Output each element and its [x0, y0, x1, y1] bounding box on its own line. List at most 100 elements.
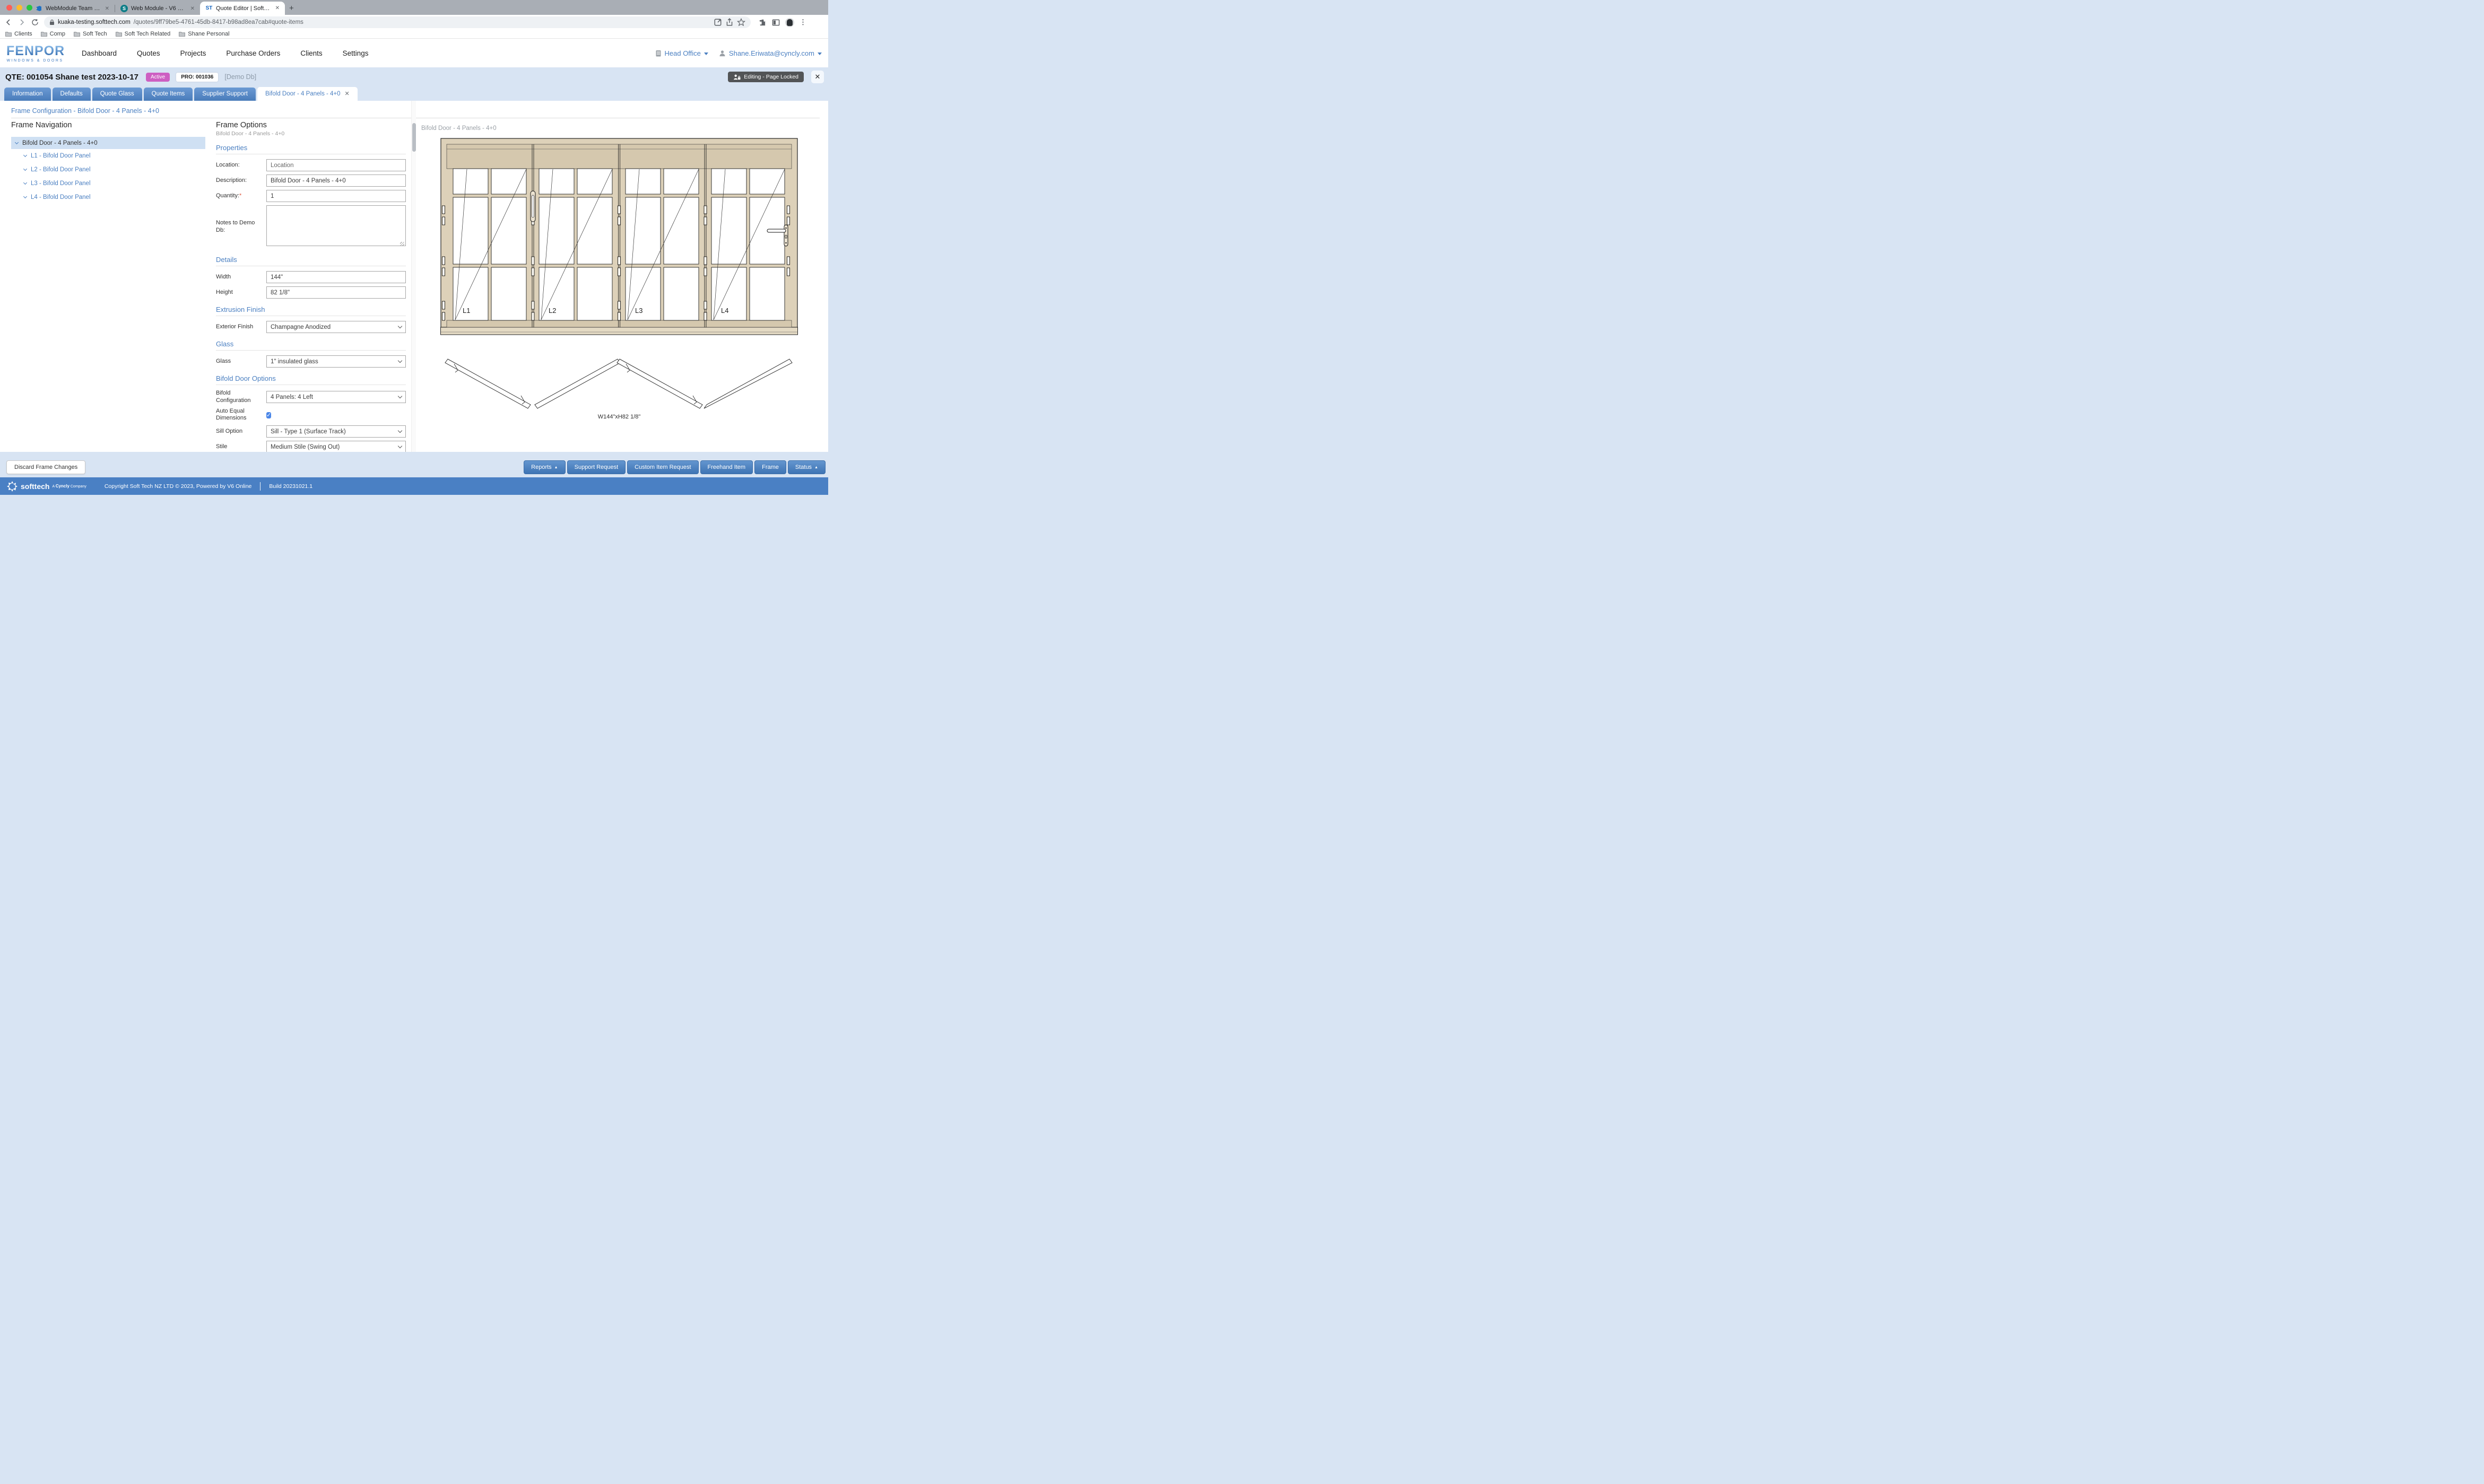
brand-word: FENPORT [6, 45, 64, 58]
user-lock-icon [733, 74, 741, 80]
status-button[interactable]: Status▲ [788, 460, 826, 474]
section-bifold-door-options: Bifold Door Options [216, 374, 406, 382]
browser-toolbar: kuaka-testing.softtech.com/quotes/9ff79b… [0, 15, 828, 30]
bookmark-folder-clients[interactable]: Clients [5, 31, 32, 37]
stile-label: Stile [216, 443, 266, 451]
browser-profile-avatar[interactable] [785, 18, 794, 27]
tab-close-icon[interactable]: ✕ [345, 90, 350, 97]
chevron-down-icon [23, 153, 27, 157]
tree-item-label: L3 - Bifold Door Panel [31, 180, 91, 187]
chevron-down-icon [23, 167, 27, 171]
section-glass: Glass [216, 340, 406, 348]
tree-item-label: L1 - Bifold Door Panel [31, 153, 91, 159]
bookmark-folder-soft-tech-related[interactable]: Soft Tech Related [116, 31, 171, 37]
width-input[interactable] [266, 271, 406, 283]
quantity-input[interactable] [266, 190, 406, 202]
nav-projects[interactable]: Projects [180, 49, 206, 57]
freehand-item-button[interactable]: Freehand Item [700, 460, 753, 474]
description-input[interactable] [266, 174, 406, 187]
editing-page-locked-button[interactable]: Editing - Page Locked [728, 72, 804, 82]
folder-icon [116, 31, 122, 37]
custom-item-request-button[interactable]: Custom Item Request [627, 460, 698, 474]
nav-quotes[interactable]: Quotes [137, 49, 160, 57]
browser-tab-webmodule-sprint[interactable]: WebModule Team Sprint 22 - 2 ✕ [30, 2, 115, 15]
frame-button[interactable]: Frame [754, 460, 786, 474]
tab-close-icon[interactable]: ✕ [275, 5, 280, 11]
frame-options-heading: Frame Options [216, 121, 406, 129]
fenport-logo[interactable]: FENPORT WINDOWS & DOORS [6, 45, 64, 63]
tree-item-l1[interactable]: L1 - Bifold Door Panel [11, 149, 205, 163]
discard-frame-changes-button[interactable]: Discard Frame Changes [6, 460, 85, 474]
location-input[interactable] [266, 159, 406, 171]
section-details: Details [216, 256, 406, 264]
nav-settings[interactable]: Settings [343, 49, 369, 57]
brand-subtitle: WINDOWS & DOORS [6, 59, 64, 63]
mac-traffic-lights [6, 5, 32, 11]
nav-purchase-orders[interactable]: Purchase Orders [226, 49, 280, 57]
nav-clients[interactable]: Clients [300, 49, 322, 57]
app-navbar: FENPORT WINDOWS & DOORS Dashboard Quotes… [0, 39, 828, 67]
tree-item-root-selected[interactable]: Bifold Door - 4 Panels - 4+0 [11, 137, 205, 149]
tab-close-icon[interactable]: ✕ [190, 6, 195, 12]
toolbar-right-icons: ⋮ [759, 18, 806, 27]
tree-item-l2[interactable]: L2 - Bifold Door Panel [11, 163, 205, 177]
sidebar-icon[interactable] [772, 19, 780, 27]
reports-button[interactable]: Reports▲ [524, 460, 565, 474]
glass-select[interactable]: 1" insulated glass [266, 355, 406, 368]
back-icon[interactable] [4, 18, 13, 27]
tree-item-l4[interactable]: L4 - Bifold Door Panel [11, 190, 205, 204]
url-bar[interactable]: kuaka-testing.softtech.com/quotes/9ff79b… [44, 16, 751, 28]
browser-menu-kebab-icon[interactable]: ⋮ [800, 18, 806, 27]
height-input[interactable] [266, 286, 406, 299]
frame-options-panel: Frame Options Bifold Door - 4 Panels - 4… [216, 121, 406, 487]
folder-icon [179, 31, 185, 37]
tab-supplier-support[interactable]: Supplier Support [194, 88, 256, 101]
form-scrollbar-track[interactable] [411, 101, 416, 452]
browser-tab-quote-editor-active[interactable]: ST Quote Editor | SoftTech Dealer ✕ [200, 2, 285, 15]
description-label: Description: [216, 177, 266, 185]
window-close-button[interactable] [6, 5, 12, 11]
open-in-new-icon[interactable] [714, 18, 722, 27]
tab-close-icon[interactable]: ✕ [105, 6, 109, 12]
tree-root-label: Bifold Door - 4 Panels - 4+0 [22, 140, 98, 146]
footer-brand-subtitle: A Cyncly Company [52, 484, 86, 488]
bookmark-folder-soft-tech[interactable]: Soft Tech [74, 31, 107, 37]
forward-icon[interactable] [18, 18, 26, 27]
share-icon[interactable] [725, 18, 734, 27]
url-domain: kuaka-testing.softtech.com [58, 19, 131, 25]
form-scrollbar-thumb[interactable] [412, 123, 416, 152]
reload-icon[interactable] [31, 18, 39, 27]
extensions-puzzle-icon[interactable] [759, 19, 767, 27]
tab-defaults[interactable]: Defaults [53, 88, 91, 101]
bookmark-star-icon[interactable] [737, 18, 745, 27]
bookmark-folder-comp[interactable]: Comp [41, 31, 65, 37]
tab-quote-glass[interactable]: Quote Glass [92, 88, 142, 101]
dimension-label: W144"xH82 1/8" [440, 414, 798, 420]
tab-information[interactable]: Information [4, 88, 51, 101]
bookmark-label: Clients [14, 31, 32, 37]
stile-select[interactable]: Medium Stile (Swing Out) [266, 441, 406, 453]
user-menu[interactable]: Shane.Eriwata@cyncly.com [719, 49, 822, 57]
tab-bifold-door-active[interactable]: Bifold Door - 4 Panels - 4+0 ✕ [257, 87, 358, 101]
window-zoom-button[interactable] [27, 5, 32, 11]
tree-item-l3[interactable]: L3 - Bifold Door Panel [11, 177, 205, 190]
notes-textarea[interactable] [266, 205, 406, 246]
auto-equal-dimensions-checkbox[interactable]: ✓ [266, 412, 271, 418]
close-quote-button[interactable]: ✕ [811, 71, 824, 83]
support-request-button[interactable]: Support Request [567, 460, 626, 474]
exterior-finish-select[interactable]: Champagne Anodized [266, 321, 406, 333]
tab-quote-items[interactable]: Quote Items [144, 88, 193, 101]
bottom-action-bar: Discard Frame Changes Reports▲ Support R… [0, 452, 828, 477]
browser-tab-web-module[interactable]: S Web Module - V6 Web Module ✕ [115, 2, 200, 15]
bifold-configuration-select[interactable]: 4 Panels: 4 Left [266, 391, 406, 403]
window-minimize-button[interactable] [16, 5, 22, 11]
bookmark-folder-shane-personal[interactable]: Shane Personal [179, 31, 229, 37]
project-badge[interactable]: PRO: 001036 [176, 73, 218, 82]
new-tab-button[interactable]: + [289, 4, 294, 13]
office-selector[interactable]: Head Office [655, 49, 708, 57]
required-asterisk: * [239, 193, 241, 199]
frame-configuration-page: Frame Configuration - Bifold Door - 4 Pa… [0, 101, 828, 452]
database-label: [Demo Db] [224, 73, 256, 81]
sill-option-select[interactable]: Sill - Type 1 (Surface Track) [266, 425, 406, 438]
nav-dashboard[interactable]: Dashboard [82, 49, 117, 57]
